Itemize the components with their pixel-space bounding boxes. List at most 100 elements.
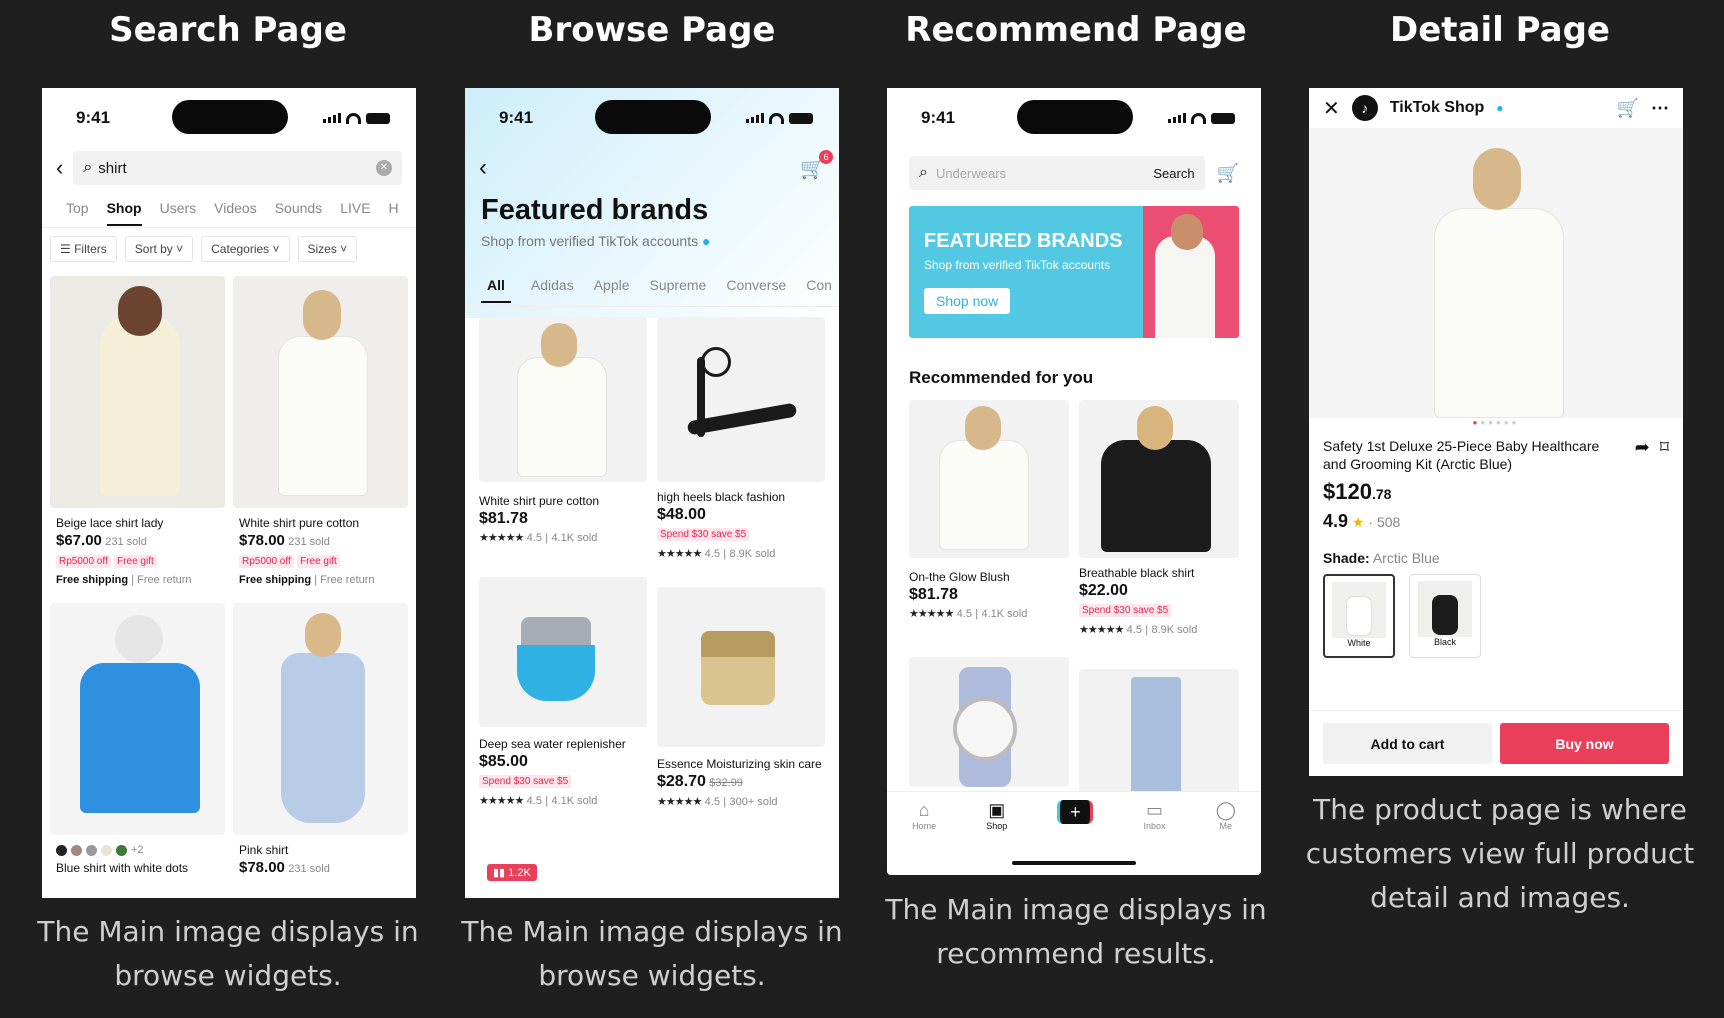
search-input[interactable]: ⌕ Underwears Search [909,156,1205,190]
product-card[interactable]: White shirt pure cotton $78.00 231 sold … [233,276,408,595]
product-card[interactable]: Beige lace shirt lady $67.00 231 sold Rp… [50,276,225,595]
product-card[interactable]: White shirt pure cotton $81.78 ★★★★★ 4.5… [479,317,647,563]
tab-shop[interactable]: Shop [106,200,142,226]
product-card[interactable]: Pink shirt $78.00 231 sold [233,603,408,884]
product-card[interactable]: high heels black fashion $48.00 Spend $3… [657,317,825,563]
search-button[interactable]: Search [1153,166,1194,181]
product-price: $22.00 [1079,582,1128,599]
tab-sounds[interactable]: Sounds [275,200,322,216]
buy-now-button[interactable]: Buy now [1500,723,1669,764]
detail-caption: The product page is where customers view… [1305,793,1695,914]
product-old-price: $32.99 [709,777,743,789]
nav-create[interactable]: + [1057,800,1094,831]
wifi-icon [1191,112,1206,124]
product-card[interactable]: +2 Blue shirt with white dots [50,603,225,884]
product-name: Beige lace shirt lady [56,516,164,530]
return-label: Free return [320,574,375,586]
nav-home[interactable]: ⌂ Home [912,800,936,831]
share-icon[interactable]: ➦ [1635,437,1650,473]
shop-now-button[interactable]: Shop now [924,288,1011,314]
clear-icon[interactable]: ✕ [376,160,392,176]
tab-adidas[interactable]: Adidas [531,277,574,293]
tab-users[interactable]: Users [160,200,197,216]
recommend-caption: The Main image displays in recommend res… [885,893,1267,970]
shade-option-black[interactable]: Black [1409,574,1481,658]
live-count: 1.2K [508,867,531,879]
tab-apple[interactable]: Apple [594,277,630,293]
cart-icon[interactable]: 🛒 6 [800,149,833,181]
browse-page-title: Browse Page [528,10,776,50]
signal-icon [746,113,764,123]
status-bar: 9:41 [887,88,1261,148]
nav-shop[interactable]: ▣ Shop [986,800,1007,831]
signal-icon [323,113,341,123]
sizes-button[interactable]: Sizes ˅ [297,236,358,262]
nav-inbox[interactable]: ▭ Inbox [1144,800,1166,831]
categories-button[interactable]: Categories ˅ [201,236,290,262]
home-indicator [1012,861,1136,865]
product-rating: 4.5 [956,608,972,620]
filters-button[interactable]: ☰ Filters [50,236,117,262]
product-rating: 4.5 [704,796,720,808]
product-card[interactable]: Breathable black shirt $22.00 Spend $30 … [1079,400,1239,639]
wifi-icon [769,112,784,124]
cart-icon[interactable]: 🛒 [1617,98,1639,119]
signal-icon [1168,113,1186,123]
search-tabs: Top Shop Users Videos Sounds LIVE H [42,188,416,228]
product-card[interactable]: Deep sea water replenisher $85.00 Spend … [479,573,647,811]
product-card[interactable]: On-the Glow Blush $81.78 ★★★★★ 4.5 | 4.1… [909,400,1069,639]
product-name: Essence Moisturizing skin care [657,757,822,771]
product-name: Pink shirt [239,843,289,857]
product-price: $67.00 [56,532,102,549]
return-label: Free return [137,574,192,586]
star-rating-icon: ★★★★★ [1079,624,1124,636]
star-rating-icon: ★★★★★ [479,532,524,544]
live-badge[interactable]: ▮▮ 1.2K [487,864,537,881]
product-main-image[interactable] [1309,128,1683,418]
pants-product-image[interactable] [1079,669,1239,799]
product-card[interactable]: Essence Moisturizing skin care $28.70 $3… [657,573,825,811]
back-icon[interactable]: ‹ [56,155,63,181]
nav-me[interactable]: ◯ Me [1216,800,1236,831]
discount-badge: Rp5000 off [56,555,111,568]
search-placeholder: Underwears [935,165,1007,181]
tab-all[interactable]: All [481,267,511,303]
product-name: White shirt pure cotton [239,516,360,530]
bookmark-icon[interactable]: ⌑ [1660,437,1669,473]
bottom-nav: ⌂ Home ▣ Shop + ▭ Inbox ◯ Me [887,791,1261,875]
product-image [233,603,408,835]
cart-icon[interactable]: 🛒 [1217,163,1239,184]
product-price-cents: .78 [1371,486,1392,502]
shade-thumb [1418,581,1472,637]
more-icon[interactable]: ⋯ [1651,98,1669,119]
tab-top[interactable]: Top [66,200,89,216]
tab-more[interactable]: H [389,200,399,216]
shade-option-white[interactable]: White [1323,574,1395,658]
product-image [657,317,825,482]
back-icon[interactable]: ‹ [479,154,487,182]
product-sold: 300+ sold [729,796,778,808]
status-time: 9:41 [499,108,534,127]
product-image [1079,400,1239,558]
tab-converse[interactable]: Converse [726,277,786,293]
featured-banner[interactable]: FEATURED BRANDS Shop from verified TikTo… [909,206,1239,338]
watch-product-image[interactable] [909,657,1069,787]
color-swatches[interactable]: +2 [56,841,219,859]
tab-more[interactable]: Con [806,277,832,293]
verified-icon: ● [1496,101,1504,115]
product-image [233,276,408,508]
search-input[interactable]: ⌕ shirt ✕ [73,151,402,185]
star-rating-icon: ★★★★★ [909,608,954,620]
verified-icon: ● [702,233,711,249]
image-pagination[interactable]: ●●●●●● [1309,418,1683,427]
close-icon[interactable]: ✕ [1323,96,1340,121]
add-to-cart-button[interactable]: Add to cart [1323,723,1492,764]
profile-icon: ◯ [1215,800,1236,820]
tab-supreme[interactable]: Supreme [650,277,707,293]
tab-live[interactable]: LIVE [340,200,370,216]
sort-by-button[interactable]: Sort by ˅ [124,236,194,262]
tab-videos[interactable]: Videos [214,200,257,216]
detail-page-title: Detail Page [1390,10,1610,50]
battery-icon [1211,112,1235,124]
product-image [479,317,647,482]
